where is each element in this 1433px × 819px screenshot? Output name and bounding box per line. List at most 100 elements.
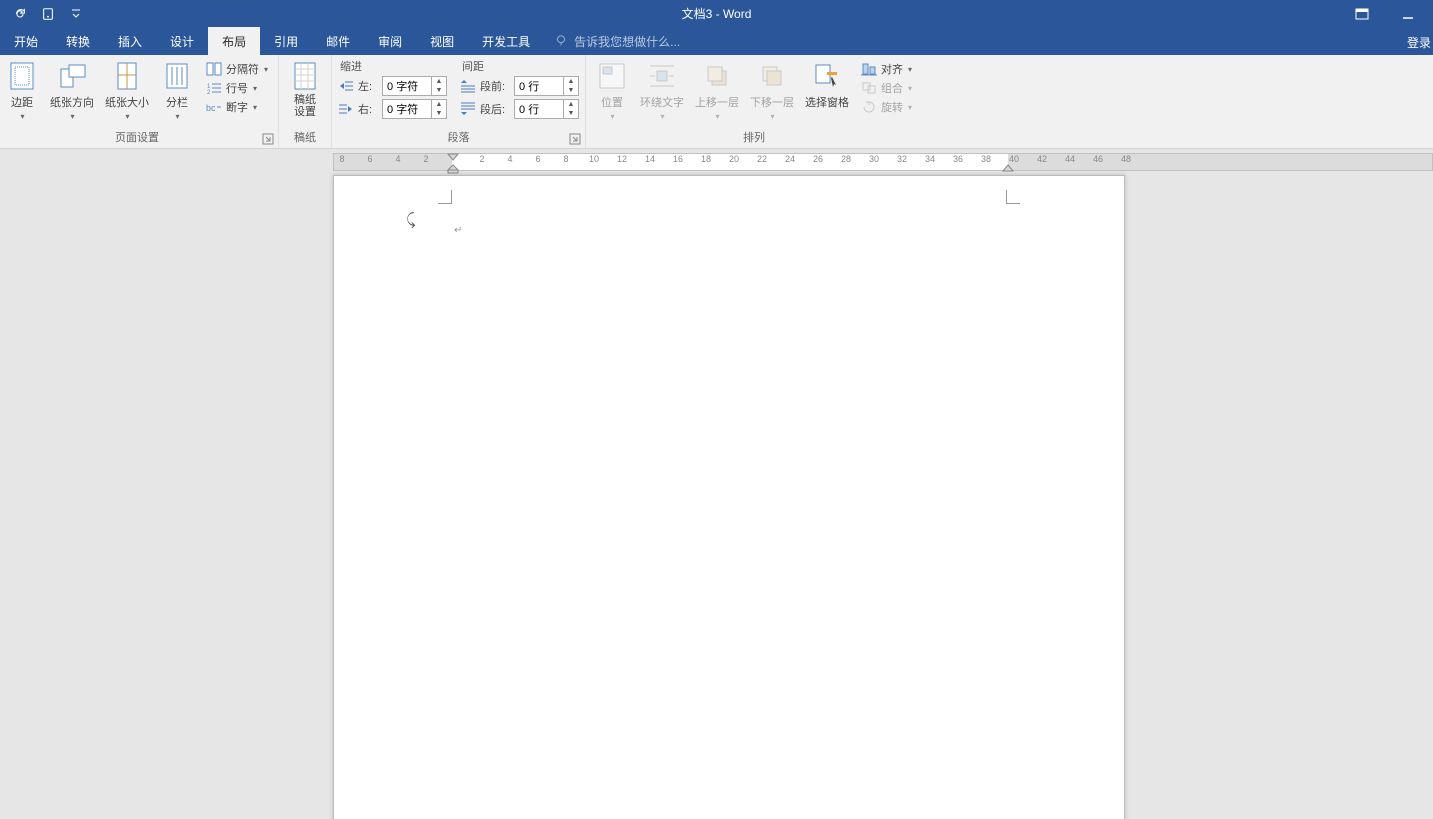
group-label-manuscript: 稿纸 <box>285 127 325 148</box>
ruler-tick: 6 <box>535 154 540 164</box>
ruler-tick: 28 <box>841 154 851 164</box>
position-button: 位置▾ <box>592 58 632 123</box>
tell-me-search[interactable]: 告诉我您想做什么... <box>544 27 680 55</box>
margins-icon <box>6 60 38 92</box>
tab-design[interactable]: 设计 <box>156 27 208 55</box>
window-controls <box>1347 4 1433 24</box>
cursor-indicator-icon: ⤹ <box>406 212 416 230</box>
spin-up[interactable]: ▲ <box>432 100 446 109</box>
margins-button[interactable]: 边距▾ <box>2 58 42 123</box>
group-label-page-setup: 页面设置 <box>2 127 272 148</box>
left-indent-marker[interactable] <box>447 164 459 174</box>
align-button[interactable]: 对齐▾ <box>857 60 916 78</box>
group-paragraph: 缩进 左: ▲▼ 右: ▲▼ 间距 段前: ▲▼ <box>332 55 586 148</box>
window-title: 文档3 - Word <box>682 5 752 22</box>
indent-right-icon <box>338 101 354 117</box>
ribbon-tabs: 开始 转换 插入 设计 布局 引用 邮件 审阅 视图 开发工具 告诉我您想做什么… <box>0 27 1433 55</box>
horizontal-ruler[interactable]: 8642246810121416182022242628303234363840… <box>333 153 1433 171</box>
spacing-after-input[interactable]: ▲▼ <box>514 99 579 119</box>
wrap-text-button: 环绕文字▾ <box>637 58 687 123</box>
sign-in-link[interactable]: 登录 <box>1407 34 1431 51</box>
page-setup-launcher[interactable] <box>262 132 276 146</box>
align-icon <box>861 62 877 76</box>
tab-home[interactable]: 开始 <box>0 27 52 55</box>
spacing-heading: 间距 <box>460 58 579 76</box>
first-line-indent-marker[interactable] <box>447 153 459 161</box>
group-page-setup: 边距▾ 纸张方向▾ 纸张大小▾ 分栏▾ 分隔符▾ 12行号▾ bc断字▾ 页面设… <box>0 55 279 148</box>
spacing-before-label: 段前: <box>480 78 510 94</box>
spin-down[interactable]: ▼ <box>564 86 578 95</box>
tell-me-placeholder: 告诉我您想做什么... <box>574 33 680 50</box>
ruler-tick: 36 <box>953 154 963 164</box>
tab-review[interactable]: 审阅 <box>364 27 416 55</box>
ribbon-display-icon[interactable] <box>1347 4 1377 24</box>
line-numbers-button[interactable]: 12行号▾ <box>202 79 272 97</box>
margin-corner-tr <box>1006 190 1020 204</box>
size-button[interactable]: 纸张大小▾ <box>102 58 152 123</box>
touch-mode-icon[interactable] <box>40 6 56 22</box>
spin-up[interactable]: ▲ <box>564 100 578 109</box>
hyphenation-button[interactable]: bc断字▾ <box>202 98 272 116</box>
tab-insert[interactable]: 插入 <box>104 27 156 55</box>
ruler-tick: 18 <box>701 154 711 164</box>
paragraph-launcher[interactable] <box>569 132 583 146</box>
ruler-tick: 4 <box>507 154 512 164</box>
tab-layout[interactable]: 布局 <box>208 27 260 55</box>
rotate-button: 旋转▾ <box>857 98 916 116</box>
ruler-tick: 30 <box>869 154 879 164</box>
ruler-tick: 24 <box>785 154 795 164</box>
indent-left-input[interactable]: ▲▼ <box>382 76 447 96</box>
ruler-tick: 26 <box>813 154 823 164</box>
paragraph-mark-icon: ↵ <box>454 225 462 236</box>
tab-mailings[interactable]: 邮件 <box>312 27 364 55</box>
ruler-tick: 46 <box>1093 154 1103 164</box>
indent-left-icon <box>338 78 354 94</box>
tab-convert[interactable]: 转换 <box>52 27 104 55</box>
ruler-tick: 2 <box>423 154 428 164</box>
ruler-tick: 4 <box>395 154 400 164</box>
spacing-after-label: 段后: <box>480 101 510 117</box>
spin-down[interactable]: ▼ <box>432 109 446 118</box>
indent-right-label: 右: <box>358 101 378 117</box>
ruler-tick: 12 <box>617 154 627 164</box>
spin-up[interactable]: ▲ <box>432 77 446 86</box>
spacing-after-icon <box>460 101 476 117</box>
send-backward-icon <box>756 60 788 92</box>
ruler-tick: 10 <box>589 154 599 164</box>
ruler-tick: 48 <box>1121 154 1131 164</box>
minimize-icon[interactable] <box>1393 4 1423 24</box>
ruler-tick: 42 <box>1037 154 1047 164</box>
indent-right-input[interactable]: ▲▼ <box>382 99 447 119</box>
ruler-tick: 2 <box>479 154 484 164</box>
page-size-icon <box>111 60 143 92</box>
orientation-button[interactable]: 纸张方向▾ <box>47 58 97 123</box>
quick-access-toolbar <box>0 6 84 22</box>
spin-down[interactable]: ▼ <box>432 86 446 95</box>
selection-pane-icon <box>811 60 843 92</box>
manuscript-settings-button[interactable]: 稿纸 设置 <box>285 58 325 120</box>
ruler-tick: 32 <box>897 154 907 164</box>
indent-heading: 缩进 <box>338 58 447 76</box>
ruler-tick: 8 <box>339 154 344 164</box>
right-indent-marker[interactable] <box>1002 164 1014 172</box>
selection-pane-button[interactable]: 选择窗格 <box>802 58 852 112</box>
send-backward-button: 下移一层▾ <box>747 58 797 123</box>
ruler-tick: 40 <box>1009 154 1019 164</box>
ruler-tick: 16 <box>673 154 683 164</box>
tab-references[interactable]: 引用 <box>260 27 312 55</box>
spin-up[interactable]: ▲ <box>564 77 578 86</box>
columns-button[interactable]: 分栏▾ <box>157 58 197 123</box>
tab-view[interactable]: 视图 <box>416 27 468 55</box>
qat-customize-icon[interactable] <box>68 6 84 22</box>
wrap-text-icon <box>646 60 678 92</box>
breaks-button[interactable]: 分隔符▾ <box>202 60 272 78</box>
spin-down[interactable]: ▼ <box>564 109 578 118</box>
ruler-tick: 8 <box>563 154 568 164</box>
document-page[interactable]: ⤹ ↵ <box>333 175 1125 819</box>
ruler-tick: 38 <box>981 154 991 164</box>
group-arrange: 位置▾ 环绕文字▾ 上移一层▾ 下移一层▾ 选择窗格 对齐▾ 组合▾ 旋转▾ <box>586 55 922 148</box>
group-button: 组合▾ <box>857 79 916 97</box>
spacing-before-input[interactable]: ▲▼ <box>514 76 579 96</box>
tab-developer[interactable]: 开发工具 <box>468 27 544 55</box>
redo-icon[interactable] <box>12 6 28 22</box>
